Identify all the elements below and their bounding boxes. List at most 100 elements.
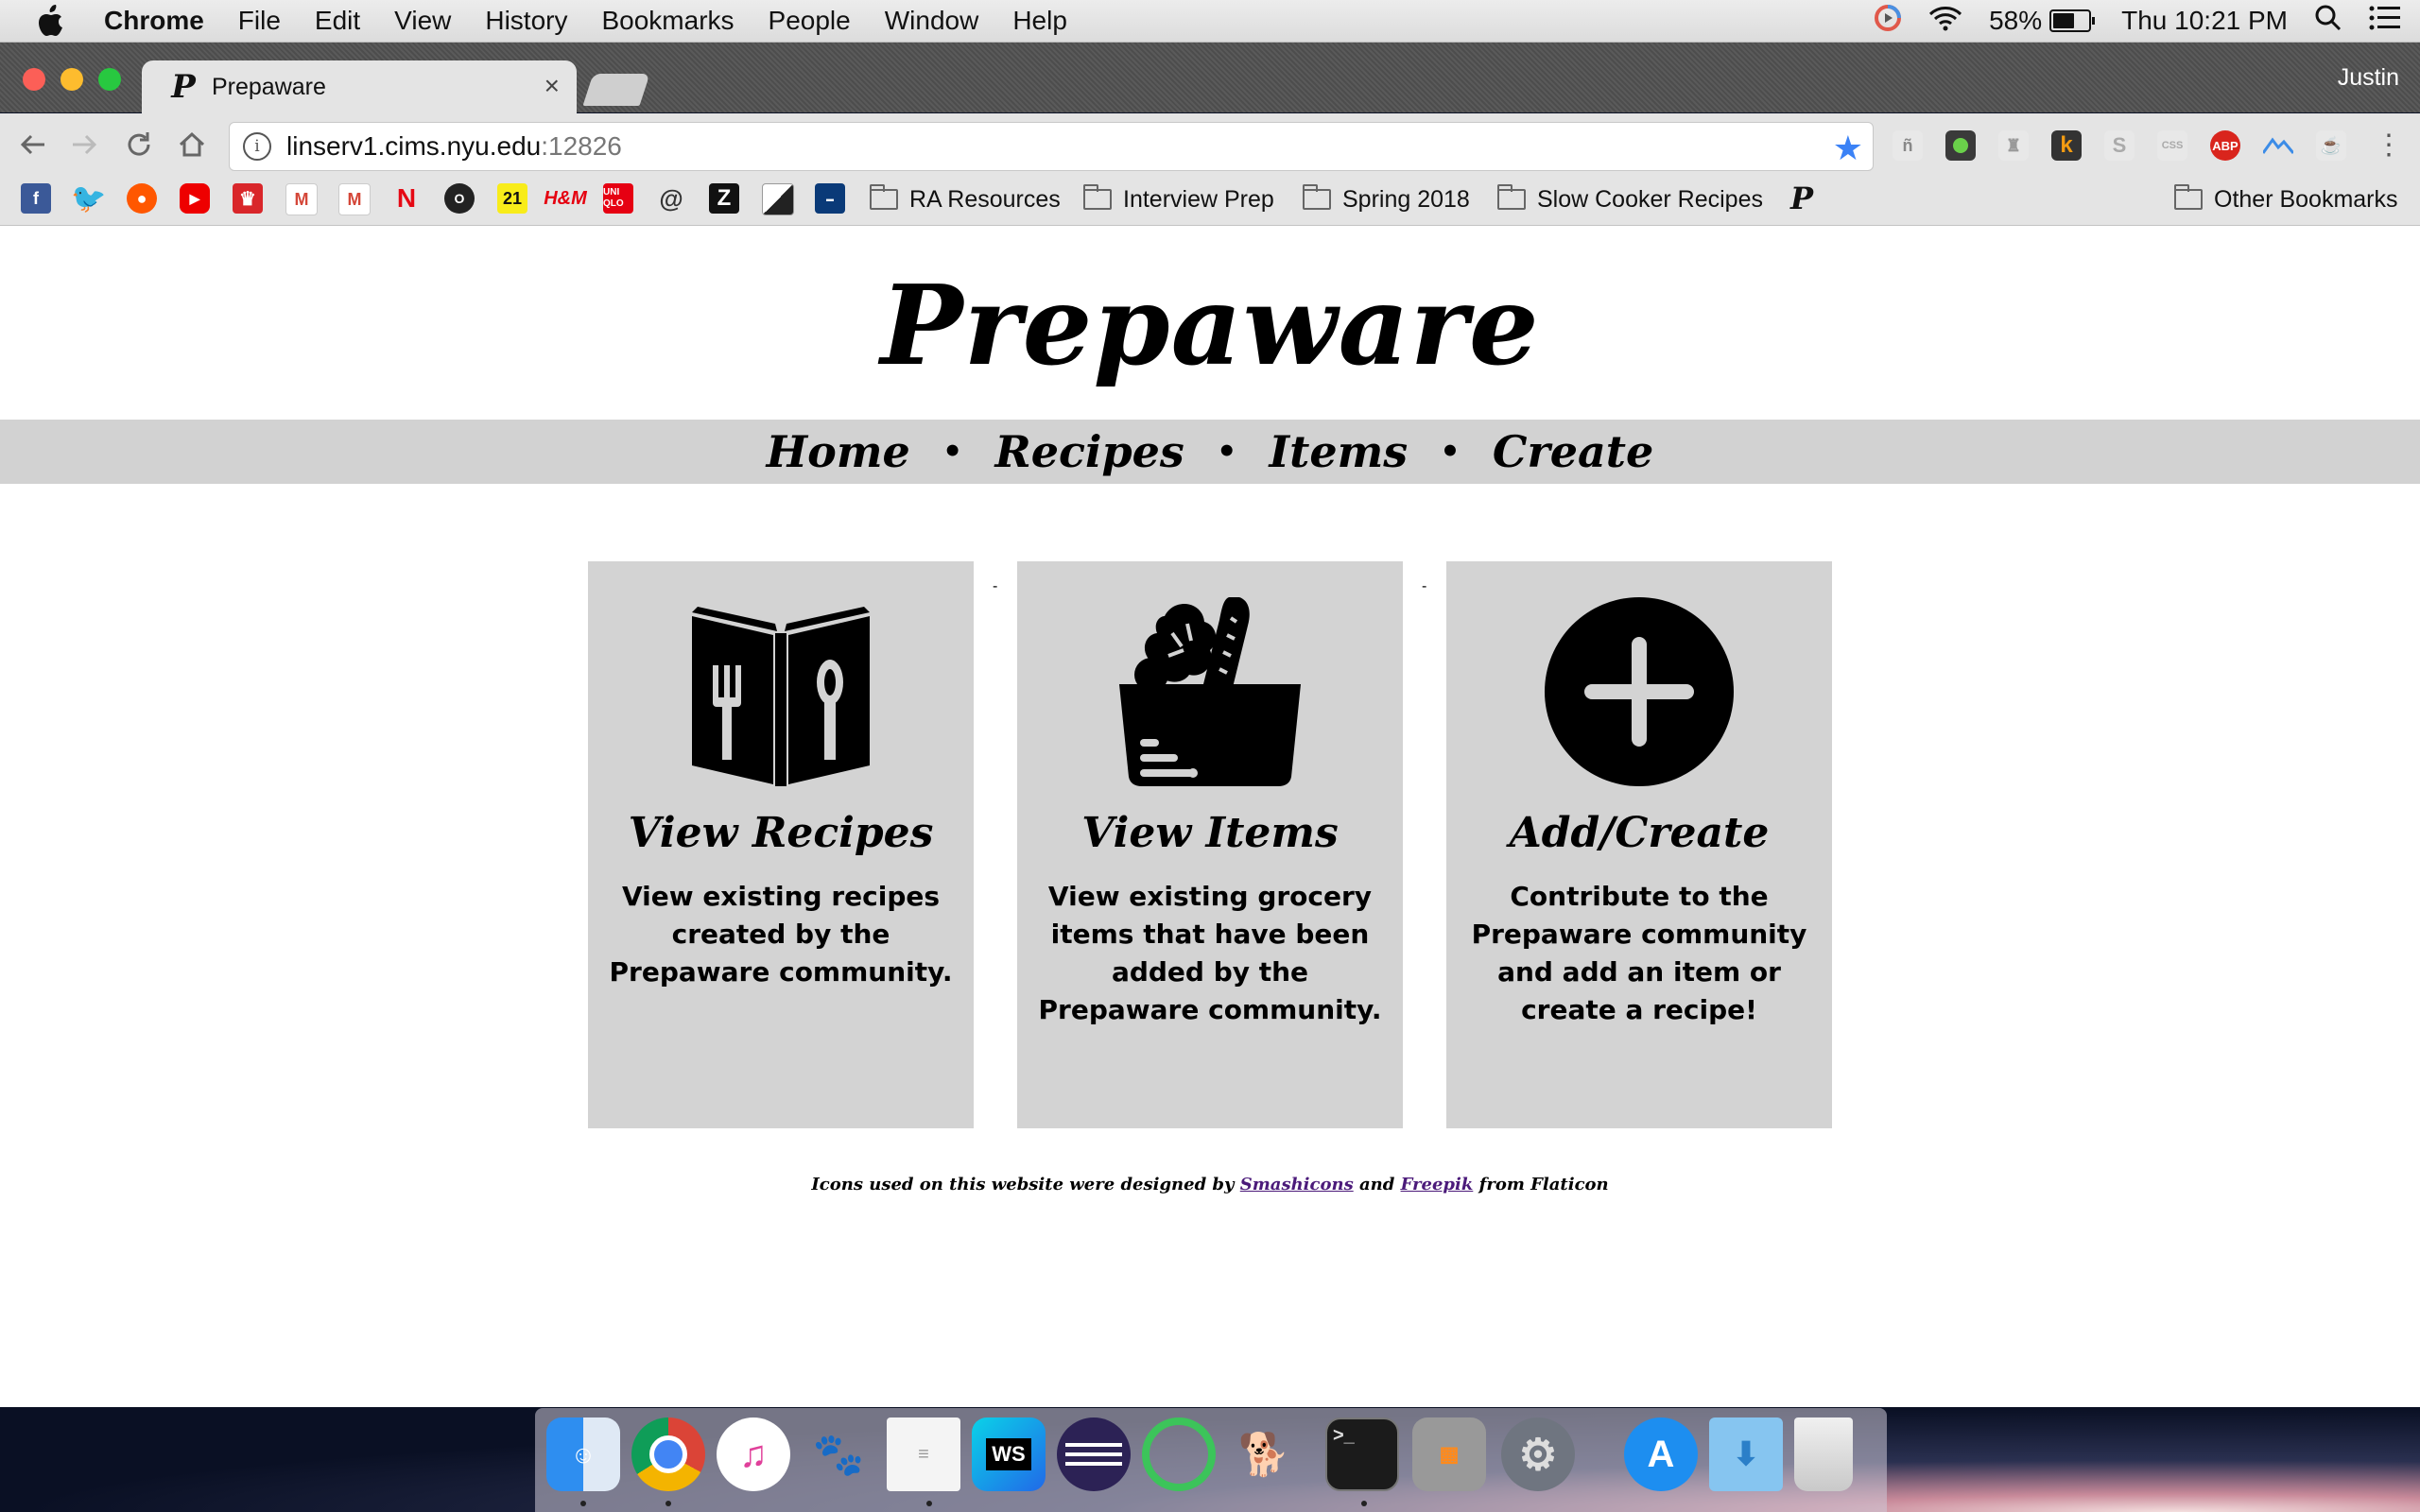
extension-hanzi-icon[interactable]: ñ <box>1893 130 1923 161</box>
window-minimize-button[interactable] <box>60 68 83 91</box>
webstorm-icon[interactable]: WS <box>972 1418 1046 1491</box>
prepaware-bookmark-icon[interactable]: P <box>1787 180 1817 216</box>
crown-icon[interactable]: ♛ <box>233 183 263 214</box>
menu-window[interactable]: Window <box>885 6 979 36</box>
trash-icon[interactable] <box>1794 1418 1853 1491</box>
wifi-icon[interactable] <box>1928 5 1962 38</box>
extension-chess-icon[interactable]: ♜ <box>1998 130 2029 161</box>
tab-close-icon[interactable]: × <box>544 73 560 99</box>
menu-history[interactable]: History <box>485 6 567 36</box>
bookmark-star-icon[interactable]: ★ <box>1833 129 1863 168</box>
forever21-icon[interactable]: 21 <box>497 183 527 214</box>
menu-help[interactable]: Help <box>1012 6 1067 36</box>
gmail-icon-2[interactable]: M <box>338 183 371 215</box>
url-host: linserv1.cims.nyu.edu <box>286 131 542 161</box>
reload-icon[interactable] <box>123 129 155 161</box>
menu-view[interactable]: View <box>394 6 451 36</box>
app-store-icon[interactable]: A <box>1624 1418 1698 1491</box>
credits-suffix: from Flaticon <box>1473 1175 1609 1194</box>
facebook-icon[interactable]: f <box>21 183 51 214</box>
site-info-icon[interactable]: i <box>243 132 271 161</box>
bookmark-folder-interview-prep[interactable]: Interview Prep <box>1083 183 1274 215</box>
profile-name[interactable]: Justin <box>2338 64 2399 92</box>
chrome-icon[interactable] <box>631 1418 705 1491</box>
hm-icon[interactable]: H&M <box>544 183 587 214</box>
address-bar[interactable]: i linserv1.cims.nyu.edu:12826 ★ <box>229 122 1874 171</box>
credits-prefix: Icons used on this website were designed… <box>811 1175 1240 1194</box>
bookmark-folder-ra-resources[interactable]: RA Resources <box>870 183 1061 215</box>
uniqlo-icon[interactable]: UNI QLO <box>603 183 633 214</box>
card-view-recipes[interactable]: View Recipes View existing recipes creat… <box>588 561 974 1128</box>
system-preferences-icon[interactable]: ⚙ <box>1501 1418 1575 1491</box>
spotlight-search-icon[interactable] <box>2314 4 2342 39</box>
bookmark-folder-spring-2018[interactable]: Spring 2018 <box>1303 183 1470 215</box>
extension-green-dot-icon[interactable] <box>1945 130 1976 161</box>
downloads-folder-icon[interactable]: ⬇ <box>1709 1418 1783 1491</box>
zara-z-icon[interactable]: Z <box>709 183 739 214</box>
nav-link-home[interactable]: Home <box>767 426 910 477</box>
window-zoom-button[interactable] <box>98 68 121 91</box>
menu-people[interactable]: People <box>769 6 851 36</box>
new-tab-button[interactable] <box>582 74 650 106</box>
blue-badge-icon[interactable]: ▬ <box>815 183 845 214</box>
notification-center-icon[interactable] <box>2369 5 2401 38</box>
netflix-icon[interactable]: N <box>391 183 422 214</box>
folder-icon <box>2174 184 2203 210</box>
nav-link-recipes[interactable]: Recipes <box>995 426 1184 477</box>
extension-css-icon[interactable]: CSS <box>2157 130 2187 161</box>
bookmark-folder-label: Slow Cooker Recipes <box>1537 185 1763 213</box>
gmail-icon[interactable]: M <box>285 183 318 215</box>
nav-link-items[interactable]: Items <box>1270 426 1409 477</box>
running-indicator <box>666 1501 671 1506</box>
add-circle-icon <box>1446 597 1832 786</box>
terminal-icon[interactable]: >_ <box>1325 1418 1399 1491</box>
extension-cup-icon[interactable]: ☕ <box>2316 130 2346 161</box>
menubar-clock[interactable]: Thu 10:21 PM <box>2121 6 2288 36</box>
menu-app-chrome[interactable]: Chrome <box>104 6 204 36</box>
back-arrow-icon[interactable] <box>17 129 49 161</box>
card-add-create[interactable]: Add/Create Contribute to the Prepaware c… <box>1446 561 1832 1128</box>
reddit-icon[interactable]: ● <box>127 183 157 214</box>
bookmark-folder-label: Interview Prep <box>1123 185 1274 213</box>
bookmark-folder-other-bookmarks[interactable]: Other Bookmarks <box>2174 183 2398 215</box>
bookmark-folder-slow-cooker-recipes[interactable]: Slow Cooker Recipes <box>1497 183 1763 215</box>
extension-k-icon[interactable]: k <box>2051 130 2082 161</box>
extension-mountain-icon[interactable] <box>2263 130 2293 161</box>
calculator-icon[interactable]: ▦ <box>1412 1418 1486 1491</box>
itunes-icon[interactable]: ♫ <box>717 1418 790 1491</box>
apple-menu-icon[interactable] <box>36 5 72 37</box>
sourcetree-icon[interactable] <box>1142 1418 1216 1491</box>
card-description: View existing recipes created by the Pre… <box>609 881 953 988</box>
extension-s-icon[interactable]: S <box>2104 130 2135 161</box>
finder-icon[interactable]: ☺ <box>546 1418 620 1491</box>
nav-separator: • <box>1216 433 1237 471</box>
window-close-button[interactable] <box>23 68 45 91</box>
bookmark-folder-label: Other Bookmarks <box>2214 185 2398 213</box>
nav-separator: • <box>1440 433 1461 471</box>
at-sign-icon[interactable]: @ <box>656 183 686 214</box>
folder-icon <box>1083 184 1112 210</box>
gimp-icon[interactable]: 🐾 <box>802 1418 875 1491</box>
card-view-items[interactable]: View Items View existing grocery items t… <box>1017 561 1403 1128</box>
smashicons-link[interactable]: Smashicons <box>1240 1175 1354 1194</box>
home-icon[interactable] <box>176 129 208 161</box>
sequel-pro-icon[interactable]: 🐕 <box>1227 1418 1301 1491</box>
menu-bookmarks[interactable]: Bookmarks <box>601 6 734 36</box>
eclipse-icon[interactable] <box>1057 1418 1131 1491</box>
twitter-icon[interactable]: 🐦 <box>71 183 106 215</box>
color-sync-status-icon[interactable] <box>1874 4 1902 39</box>
textedit-icon[interactable]: ≡ <box>887 1418 960 1491</box>
battery-status[interactable]: 58% <box>1989 6 2096 36</box>
nav-link-create[interactable]: Create <box>1493 426 1653 477</box>
circle-o-icon[interactable]: O <box>444 183 475 214</box>
extension-adblock-plus-icon[interactable]: ABP <box>2210 130 2240 161</box>
freepik-link[interactable]: Freepik <box>1401 1175 1474 1194</box>
contrast-icon[interactable] <box>762 183 794 215</box>
menu-edit[interactable]: Edit <box>315 6 360 36</box>
menu-file[interactable]: File <box>238 6 281 36</box>
youtube-icon[interactable]: ▶ <box>180 183 210 214</box>
forward-arrow-icon[interactable] <box>68 129 100 161</box>
folder-icon <box>1303 184 1331 210</box>
tab-prepaware[interactable]: P Prepaware × <box>142 60 577 113</box>
chrome-menu-kebab-icon[interactable]: ⋮ <box>2375 130 2403 161</box>
